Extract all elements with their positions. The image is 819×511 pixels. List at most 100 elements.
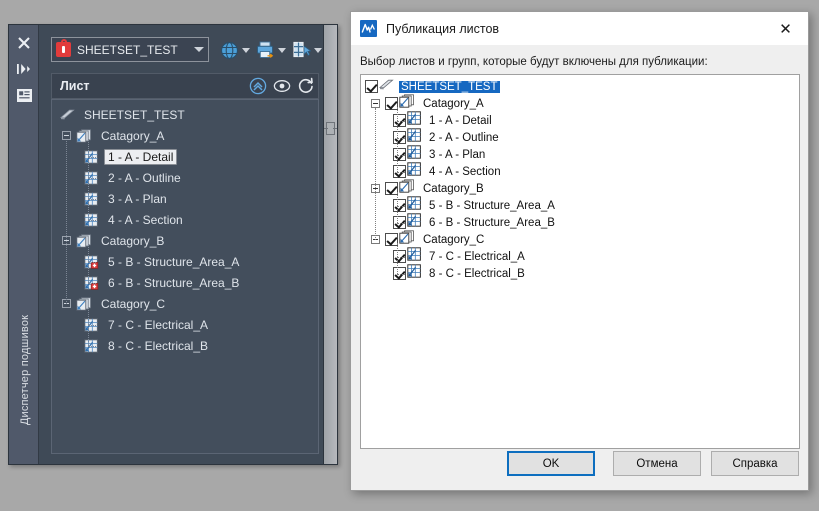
tree-guide (88, 157, 96, 159)
tree-guide (88, 346, 96, 348)
publish-tree-row[interactable]: 8 - C - Electrical_B (361, 264, 799, 282)
publish-tree-row[interactable]: Catagory_A (361, 94, 799, 112)
autocad-icon (360, 20, 377, 37)
publish-tree-row[interactable]: 2 - A - Outline (361, 128, 799, 146)
ok-button[interactable]: OK (507, 451, 595, 476)
palette-body: SHEETSET_TEST Лист SHEETSET_TEST Catagor… (39, 25, 323, 464)
tree-guide (88, 202, 90, 220)
expander-collapse-icon[interactable] (62, 131, 71, 140)
sheet-tree[interactable]: SHEETSET_TEST Catagory_A 1 - A - Detail 2 -… (51, 99, 319, 454)
tree-guide (88, 178, 96, 180)
tree-guide (88, 265, 90, 283)
publish-sheet-tree[interactable]: SHEETSET_TEST Catagory_A 1 - A - Detail 2 -… (360, 74, 800, 449)
tree-row-label: Catagory_C (101, 296, 166, 311)
publish-tree-row[interactable]: 3 - A - Plan (361, 145, 799, 163)
tree-row-label: 6 - B - Structure_Area_B (108, 275, 240, 290)
tree-row-label: 3 - A - Plan (108, 191, 167, 206)
auto-hide-icon[interactable] (14, 59, 34, 79)
tree-guide (88, 139, 90, 157)
publish-tree-row-label: 5 - B - Structure_Area_A (429, 199, 555, 212)
tree-guide (397, 172, 405, 174)
tree-row[interactable]: Catagory_C (52, 293, 318, 314)
sheetset-icon (60, 108, 75, 121)
publish-tree-row-label: 3 - A - Plan (429, 148, 486, 161)
publish-tree-row[interactable]: 6 - B - Structure_Area_B (361, 213, 799, 231)
tree-guide (397, 158, 399, 172)
publish-tree-row[interactable]: Catagory_B (361, 179, 799, 197)
publish-tree-row-label: 4 - A - Section (429, 165, 501, 178)
dialog-instruction: Выбор листов и групп, которые будут вклю… (360, 56, 708, 68)
publish-tree-row[interactable]: 4 - A - Section (361, 162, 799, 180)
sheetset-combo[interactable]: SHEETSET_TEST (51, 37, 209, 62)
tree-guide (375, 108, 377, 240)
tree-guide (88, 160, 90, 178)
tree-guide (88, 328, 90, 346)
tree-guide (397, 138, 405, 140)
help-button[interactable]: Справка (711, 451, 799, 476)
publish-tree-row-label: 1 - A - Detail (429, 114, 492, 127)
tree-guide (397, 243, 399, 257)
tree-guide (397, 206, 405, 208)
collapse-all-button[interactable] (246, 74, 270, 98)
chevron-down-icon[interactable] (194, 47, 204, 52)
tree-row-label: Catagory_B (101, 233, 165, 248)
close-icon[interactable] (14, 33, 34, 53)
tree-guide (88, 325, 96, 327)
tree-guide (397, 107, 399, 121)
publish-tree-row-label: SHEETSET_TEST (399, 80, 500, 93)
publish-tree-row-label: 6 - B - Structure_Area_B (429, 216, 555, 229)
chevron-down-icon[interactable] (278, 47, 286, 53)
tree-row[interactable]: Catagory_B (52, 230, 318, 251)
tree-guide (88, 220, 96, 222)
sheet-list-header: Лист (51, 73, 319, 99)
publish-tree-row[interactable]: 1 - A - Detail (361, 111, 799, 129)
publish-tree-row[interactable]: 5 - B - Structure_Area_A (361, 196, 799, 214)
tree-row-label: 8 - C - Electrical_B (108, 338, 209, 353)
publish-tree-row-label: Catagory_A (423, 97, 484, 110)
publish-sheets-dialog: Публикация листов ✕ Выбор листов и групп… (350, 11, 809, 491)
tree-guide (397, 209, 399, 223)
grip-handle[interactable] (324, 122, 337, 135)
tree-guide (88, 244, 90, 262)
tree-row[interactable]: Catagory_A (52, 125, 318, 146)
palette-resize-grip[interactable] (323, 25, 337, 464)
sheetset-icon (379, 78, 394, 96)
tree-guide (397, 124, 399, 138)
tree-row-root[interactable]: SHEETSET_TEST (52, 104, 318, 125)
palette-title-vertical: Диспетчер подшивок (19, 314, 31, 426)
refresh-button[interactable] (294, 74, 318, 98)
tree-guide (397, 260, 399, 274)
tree-row-label: 1 - A - Detail (104, 148, 178, 165)
publish-globe-icon (219, 40, 239, 60)
dialog-titlebar[interactable]: Публикация листов ✕ (351, 12, 808, 45)
tree-guide (397, 274, 405, 276)
properties-icon[interactable] (14, 85, 34, 105)
close-icon[interactable]: ✕ (763, 13, 808, 45)
checkbox[interactable] (365, 80, 378, 93)
sheet-column-title: Лист (60, 79, 90, 93)
chevron-down-icon[interactable] (242, 47, 250, 53)
chevron-down-icon[interactable] (314, 47, 322, 53)
publish-tree-row-label: 8 - C - Electrical_B (429, 267, 525, 280)
print-button[interactable] (255, 39, 286, 61)
publish-tree-row-label: 2 - A - Outline (429, 131, 499, 144)
publish-tree-row[interactable]: Catagory_C (361, 230, 799, 248)
cancel-button[interactable]: Отмена (613, 451, 701, 476)
preview-button[interactable] (270, 74, 294, 98)
publish-tree-row-label: Catagory_C (423, 233, 485, 246)
tree-guide (88, 199, 96, 201)
lock-icon (56, 38, 71, 57)
publish-tree-row[interactable]: 7 - C - Electrical_A (361, 247, 799, 265)
tree-row-label: Catagory_A (101, 128, 165, 143)
tree-guide (88, 181, 90, 199)
tree-guide (88, 307, 90, 325)
expander-collapse-icon[interactable] (371, 99, 380, 108)
dialog-title: Публикация листов (386, 21, 500, 36)
publish-tree-row-root[interactable]: SHEETSET_TEST (361, 78, 799, 95)
publish-button[interactable] (219, 39, 250, 61)
tree-guide (397, 257, 405, 259)
publish-tree-row-label: Catagory_B (423, 182, 484, 195)
tree-guide (397, 121, 405, 123)
sheet-list-button[interactable] (291, 39, 322, 61)
tree-row-label: 5 - B - Structure_Area_A (108, 254, 240, 269)
